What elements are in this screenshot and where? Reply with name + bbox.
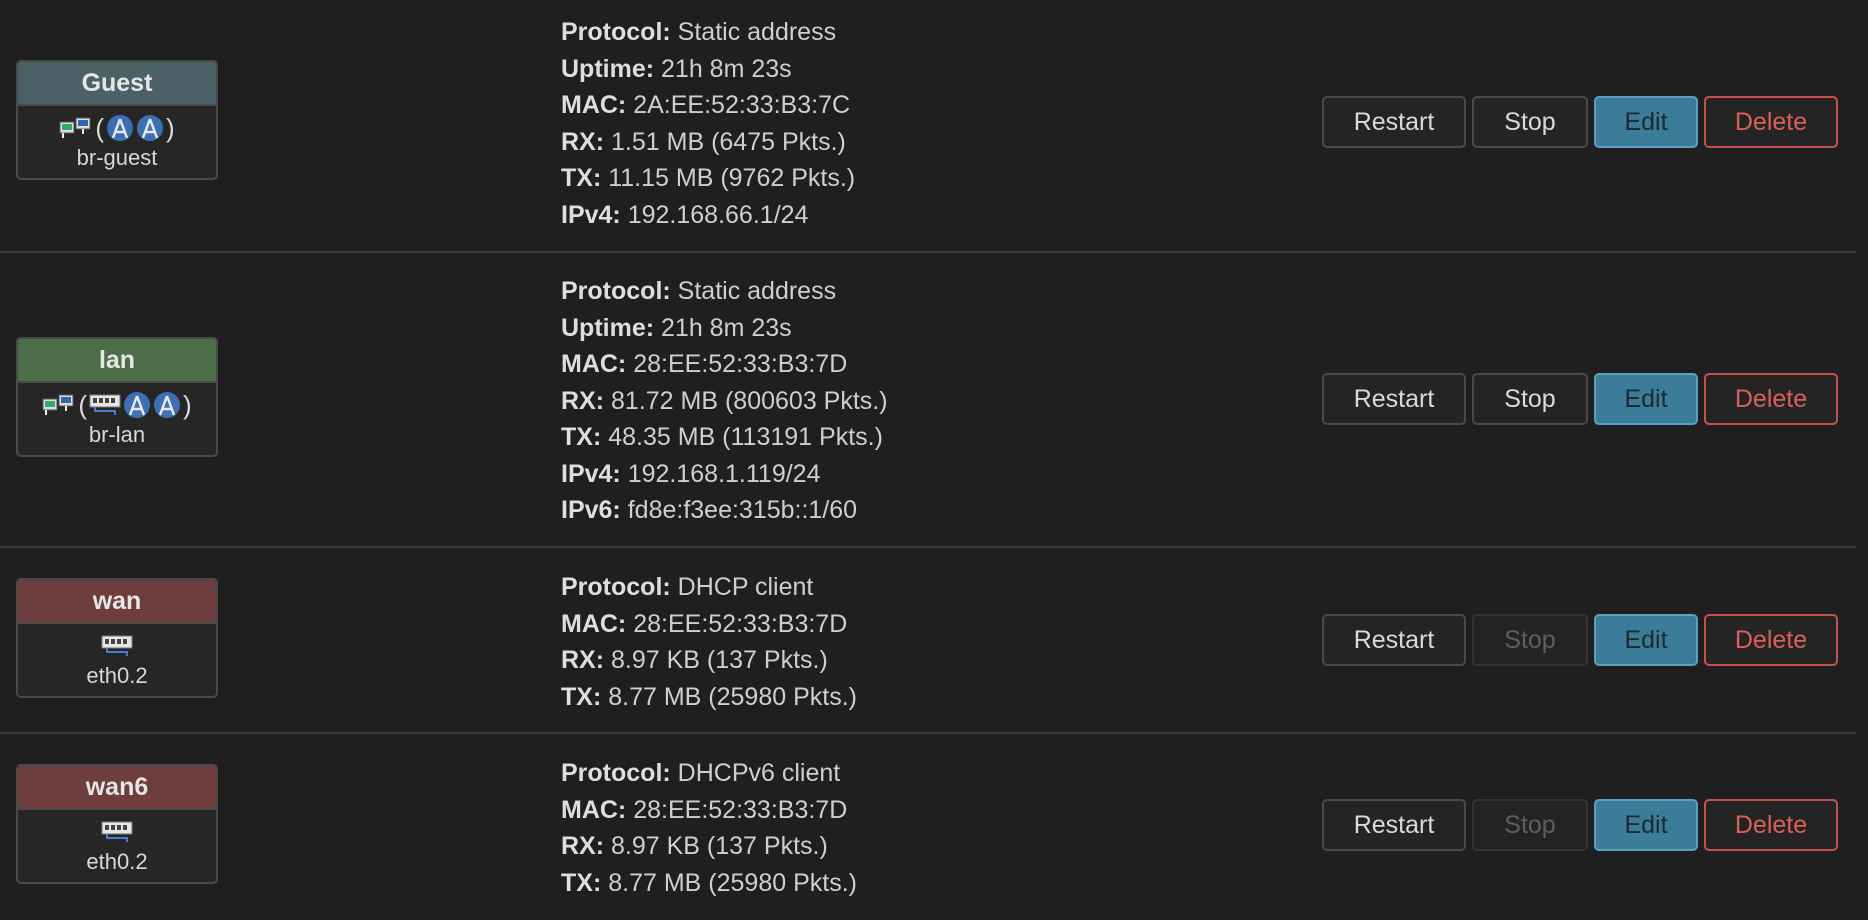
interface-row-guest: Guest ( ) br-guest Protocol: Static addr… [0, 0, 1856, 253]
bridge-icon [59, 116, 93, 140]
info-ipv4: IPv4: 192.168.1.119/24 [561, 459, 821, 488]
interface-info: Protocol: DHCPv6 client MAC: 28:EE:52:33… [561, 755, 857, 901]
paren-open: ( [78, 389, 87, 420]
wireless-icon [123, 391, 151, 419]
action-buttons: Restart Stop Edit Delete [1322, 373, 1838, 425]
restart-button[interactable]: Restart [1322, 799, 1466, 851]
info-protocol: Protocol: DHCPv6 client [561, 759, 841, 787]
delete-button[interactable]: Delete [1704, 614, 1838, 666]
interface-row-wan: wan eth0.2 Protocol: DHCP client MAC: 28… [0, 547, 1856, 734]
info-rx: RX: 8.97 KB (137 Pkts.) [561, 646, 828, 674]
info-protocol: Protocol: Static address [561, 18, 837, 46]
interface-row-wan6: wan6 eth0.2 Protocol: DHCPv6 client MAC:… [0, 733, 1856, 920]
info-tx: TX: 48.35 MB (113191 Pkts.) [561, 423, 883, 451]
paren-close: ) [183, 389, 192, 420]
info-tx: TX: 8.77 MB (25980 Pkts.) [561, 682, 857, 711]
bridge-icon [42, 393, 76, 417]
restart-button[interactable]: Restart [1322, 96, 1466, 148]
wireless-icon [136, 114, 164, 142]
device-icons: ( ) [18, 389, 216, 421]
device-icons [18, 816, 216, 848]
info-rx: RX: 8.97 KB (137 Pkts.) [561, 832, 828, 860]
edit-button[interactable]: Edit [1594, 373, 1698, 425]
interface-badge: wan6 eth0.2 [16, 764, 218, 884]
device-name: br-guest [76, 145, 158, 170]
ethernet-icon [101, 634, 133, 658]
info-protocol: Protocol: Static address [561, 277, 837, 305]
action-buttons: Restart Stop Edit Delete [1322, 799, 1838, 851]
paren-close: ) [166, 112, 175, 143]
interface-name: Guest [18, 62, 216, 106]
ethernet-icon [101, 820, 133, 844]
device-name: eth0.2 [86, 663, 148, 688]
wireless-icon [153, 391, 181, 419]
edit-button[interactable]: Edit [1594, 614, 1698, 666]
device-name: eth0.2 [86, 849, 148, 874]
info-mac: MAC: 28:EE:52:33:B3:7D [561, 795, 848, 824]
stop-button: Stop [1472, 799, 1588, 851]
info-ipv6: IPv6: fd8e:f3ee:315b::1/60 [561, 496, 858, 524]
info-tx: TX: 8.77 MB (25980 Pkts.) [561, 868, 857, 897]
action-buttons: Restart Stop Edit Delete [1322, 96, 1838, 148]
info-mac: MAC: 2A:EE:52:33:B3:7C [561, 91, 851, 119]
edit-button[interactable]: Edit [1594, 96, 1698, 148]
interface-row-lan: lan ( ) br-lan Protocol: Static address … [0, 252, 1856, 548]
device-icons [18, 630, 216, 662]
stop-button[interactable]: Stop [1472, 373, 1588, 425]
info-mac: MAC: 28:EE:52:33:B3:7D [561, 609, 848, 638]
action-buttons: Restart Stop Edit Delete [1322, 614, 1838, 666]
info-mac: MAC: 28:EE:52:33:B3:7D [561, 350, 848, 378]
info-rx: RX: 81.72 MB (800603 Pkts.) [561, 386, 888, 415]
restart-button[interactable]: Restart [1322, 614, 1466, 666]
paren-open: ( [95, 112, 104, 143]
interface-info: Protocol: DHCP client MAC: 28:EE:52:33:B… [561, 569, 857, 715]
delete-button[interactable]: Delete [1704, 96, 1838, 148]
device-icons: ( ) [18, 112, 216, 144]
interface-badge: lan ( ) br-lan [16, 337, 218, 457]
info-protocol: Protocol: DHCP client [561, 573, 814, 601]
stop-button: Stop [1472, 614, 1588, 666]
info-tx: TX: 11.15 MB (9762 Pkts.) [561, 164, 856, 192]
restart-button[interactable]: Restart [1322, 373, 1466, 425]
info-rx: RX: 1.51 MB (6475 Pkts.) [561, 127, 846, 156]
interface-badge: Guest ( ) br-guest [16, 60, 218, 180]
wireless-icon [106, 114, 134, 142]
delete-button[interactable]: Delete [1704, 373, 1838, 425]
interface-name: wan [18, 580, 216, 624]
delete-button[interactable]: Delete [1704, 799, 1838, 851]
interface-info: Protocol: Static address Uptime: 21h 8m … [561, 14, 855, 233]
interface-name: lan [18, 339, 216, 383]
info-uptime: Uptime: 21h 8m 23s [561, 54, 792, 83]
interface-badge: wan eth0.2 [16, 578, 218, 698]
info-ipv4: IPv4: 192.168.66.1/24 [561, 200, 809, 229]
device-name: br-lan [88, 422, 146, 447]
stop-button[interactable]: Stop [1472, 96, 1588, 148]
interface-name: wan6 [18, 766, 216, 810]
ethernet-icon [89, 393, 121, 417]
info-uptime: Uptime: 21h 8m 23s [561, 313, 792, 342]
interface-info: Protocol: Static address Uptime: 21h 8m … [561, 273, 888, 529]
edit-button[interactable]: Edit [1594, 799, 1698, 851]
